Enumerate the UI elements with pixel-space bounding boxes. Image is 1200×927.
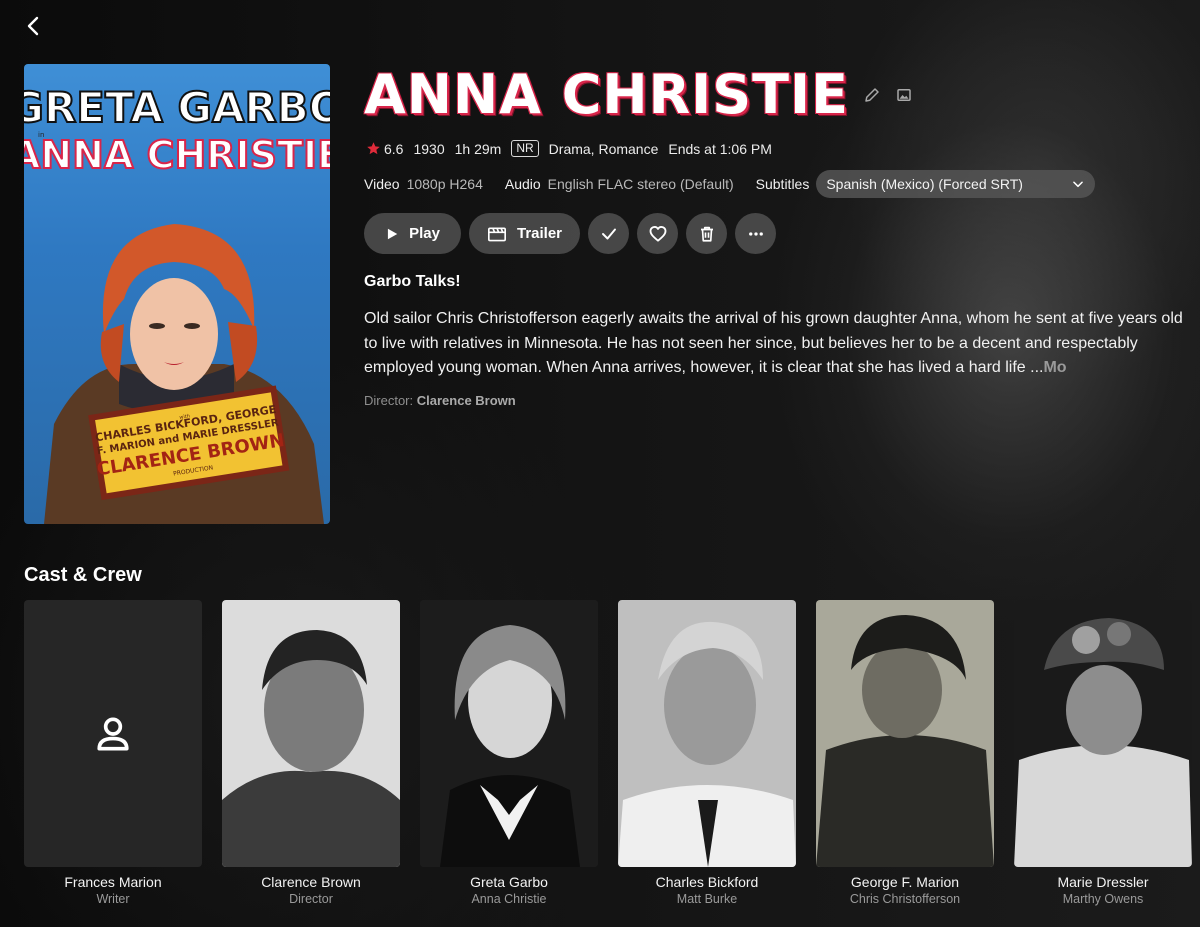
cast-role: Marthy Owens	[1062, 892, 1144, 906]
cast-card[interactable]: George F. Marion Chris Christofferson	[816, 600, 994, 906]
video-value: 1080p H264	[406, 176, 483, 192]
release-year: 1930	[413, 140, 445, 157]
cast-photo	[1014, 600, 1192, 867]
mark-played-button[interactable]	[588, 213, 629, 254]
poster-top-text: GRETA GARBO	[24, 83, 330, 132]
cast-photo	[816, 600, 994, 867]
play-icon	[387, 228, 398, 239]
cast-list: Frances Marion Writer Clarence Brown Dir…	[24, 600, 1192, 906]
cast-name: Greta Garbo	[470, 874, 548, 890]
ends-at: Ends at 1:06 PM	[668, 140, 772, 157]
more-button[interactable]	[735, 213, 776, 254]
person-placeholder	[24, 600, 202, 867]
movie-poster: GRETA GARBO in ANNA CHRISTIE with CHARLE…	[24, 64, 330, 524]
director-label: Director:	[364, 393, 414, 408]
runtime: 1h 29m	[454, 140, 502, 157]
cast-role: Chris Christofferson	[849, 892, 961, 906]
action-buttons: Play Trailer	[364, 213, 776, 254]
subtitles-select[interactable]: Spanish (Mexico) (Forced SRT)	[816, 170, 1096, 198]
cast-photo	[222, 600, 400, 867]
cast-name: George F. Marion	[850, 874, 960, 890]
cast-card[interactable]: Clarence Brown Director	[222, 600, 400, 906]
media-info-row: Video 1080p H264 Audio English FLAC ster…	[364, 170, 1096, 198]
overview: Old sailor Chris Christofferson eagerly …	[364, 307, 1200, 381]
cast-card[interactable]: Marie Dressler Marthy Owens	[1014, 600, 1192, 906]
cast-role: Anna Christie	[471, 892, 547, 906]
cast-role: Director	[289, 892, 333, 906]
chevron-left-icon[interactable]	[22, 14, 46, 38]
cast-card[interactable]: Greta Garbo Anna Christie	[420, 600, 598, 906]
poster-title-text: ANNA CHRISTIE	[24, 133, 330, 177]
image-icon[interactable]	[895, 86, 913, 104]
film-icon	[487, 226, 506, 241]
cast-section-title: Cast & Crew	[24, 564, 142, 586]
play-button[interactable]: Play	[364, 213, 461, 254]
director-line: Director: Clarence Brown	[364, 393, 516, 408]
trailer-label: Trailer	[516, 225, 563, 242]
heart-icon	[649, 225, 666, 242]
trash-icon	[700, 226, 713, 242]
genres: Drama, Romance	[548, 140, 659, 157]
play-label: Play	[409, 225, 440, 242]
chevron-down-icon	[1073, 181, 1084, 188]
pencil-icon[interactable]	[863, 86, 881, 104]
movie-meta-row: 6.6 1930 1h 29m NR Drama, Romance Ends a…	[366, 140, 772, 157]
cast-name: Clarence Brown	[261, 874, 361, 890]
star-icon	[367, 142, 380, 155]
favorite-button[interactable]	[637, 213, 678, 254]
cast-role: Writer	[96, 892, 130, 906]
more-icon	[748, 231, 763, 236]
cast-role: Matt Burke	[676, 892, 738, 906]
subtitles-value: Spanish (Mexico) (Forced SRT)	[826, 176, 1023, 192]
cast-card[interactable]: Frances Marion Writer	[24, 600, 202, 906]
cast-name: Frances Marion	[64, 874, 162, 890]
cast-card[interactable]: Charles Bickford Matt Burke	[618, 600, 796, 906]
check-icon	[601, 228, 616, 239]
certification-badge: NR	[511, 140, 539, 157]
movie-title: ANNA CHRISTIE	[364, 63, 849, 126]
trailer-button[interactable]: Trailer	[469, 213, 580, 254]
rating-value: 6.6	[384, 140, 404, 157]
person-icon	[97, 717, 129, 750]
subtitles-label: Subtitles	[755, 176, 810, 192]
community-rating: 6.6	[366, 141, 403, 157]
audio-value: English FLAC stereo (Default)	[547, 176, 734, 192]
video-label: Video	[364, 176, 400, 192]
cast-name: Charles Bickford	[655, 874, 759, 890]
more-link[interactable]: Mo	[1043, 359, 1066, 376]
audio-label: Audio	[504, 176, 541, 192]
director-name[interactable]: Clarence Brown	[417, 393, 516, 408]
cast-photo	[618, 600, 796, 867]
cast-name: Marie Dressler	[1057, 874, 1149, 890]
delete-button[interactable]	[686, 213, 727, 254]
tagline: Garbo Talks!	[364, 273, 461, 290]
cast-photo	[420, 600, 598, 867]
title-row: ANNA CHRISTIE	[364, 62, 913, 128]
